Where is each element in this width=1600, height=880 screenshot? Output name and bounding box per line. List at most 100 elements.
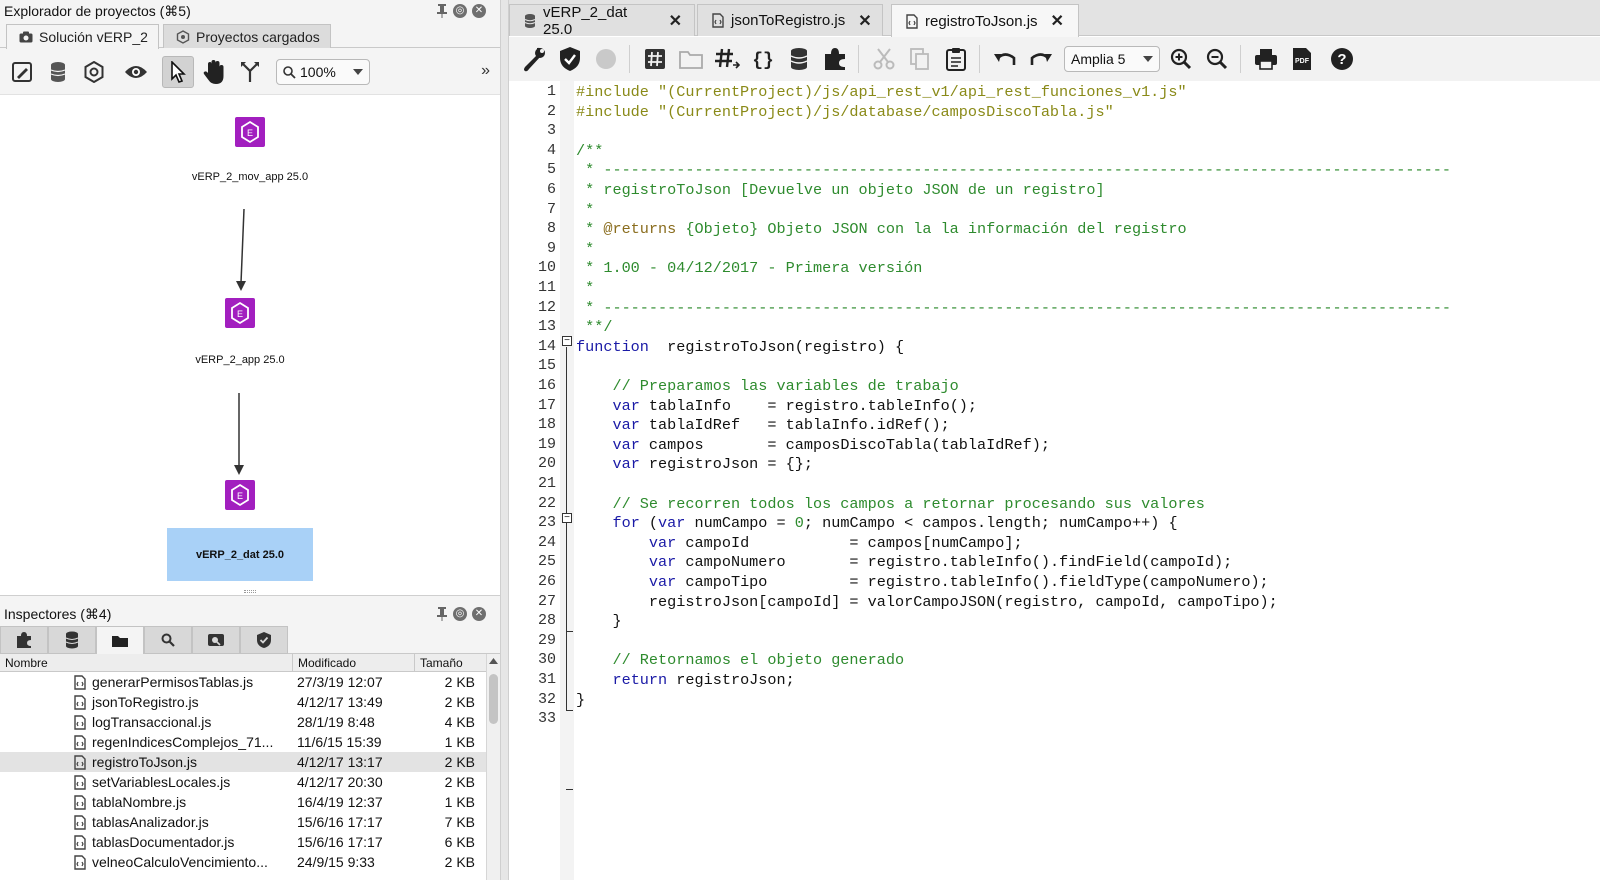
- code-line[interactable]: #include "(CurrentProject)/js/database/c…: [576, 102, 1114, 122]
- plugins-button[interactable]: [820, 44, 850, 74]
- pointer-tool-button[interactable]: [162, 56, 194, 88]
- scroll-up-icon[interactable]: [489, 658, 498, 666]
- pdf-button[interactable]: PDF: [1287, 44, 1317, 74]
- open-folder-button[interactable]: [676, 44, 706, 74]
- code-line[interactable]: /**: [576, 141, 603, 161]
- project-node-label[interactable]: vERP_2_app 25.0: [140, 354, 340, 366]
- tab-components[interactable]: [0, 626, 48, 654]
- file-row[interactable]: generarPermisosTablas.js 27/3/19 12:07 2 K…: [0, 672, 500, 692]
- project-node-icon[interactable]: E: [225, 480, 255, 510]
- database-button[interactable]: [784, 44, 814, 74]
- tools-button[interactable]: [519, 44, 549, 74]
- code-line[interactable]: #include "(CurrentProject)/js/api_rest_v…: [576, 82, 1187, 102]
- restore-panel-icon[interactable]: ◎: [453, 4, 467, 18]
- hash-button[interactable]: [640, 44, 670, 74]
- code-line[interactable]: // Se recorren todos los campos a retorn…: [576, 494, 1204, 514]
- font-select[interactable]: Amplia 5: [1064, 46, 1160, 72]
- file-row[interactable]: tablasAnalizador.js 15/6/16 17:17 7 KB: [0, 812, 500, 832]
- code-line[interactable]: *: [576, 278, 594, 298]
- tab-search[interactable]: [144, 626, 192, 654]
- code-line[interactable]: * --------------------------------------…: [576, 160, 1451, 180]
- file-list-scrollbar[interactable]: [486, 654, 500, 880]
- editor-tab-registrotojson[interactable]: registroToJson.js ✕: [891, 4, 1079, 37]
- code-line[interactable]: var campos = camposDiscoTabla(tablaIdRef…: [576, 435, 1049, 455]
- code-area[interactable]: 1 2 3 4 5 6 7 8 9 10 11 12 13 14 15 16 17 18 19 20 21 22 23 24 2…: [509, 81, 1600, 880]
- close-tab-icon[interactable]: ✕: [858, 11, 871, 31]
- editor-tab-verp-dat[interactable]: vERP_2_dat 25.0 ✕: [509, 4, 695, 38]
- tab-proyectos-cargados[interactable]: Proyectos cargados: [163, 24, 331, 48]
- toolbar-overflow-button[interactable]: »: [481, 62, 490, 80]
- tab-solucion[interactable]: Solución vERP_2: [6, 24, 159, 49]
- database-tool-button[interactable]: [42, 56, 74, 88]
- redo-button[interactable]: [1026, 44, 1056, 74]
- edit-tool-button[interactable]: [6, 56, 38, 88]
- branch-tool-button[interactable]: [234, 56, 266, 88]
- file-row[interactable]: logTransaccional.js 28/1/19 8:48 4 KB: [0, 712, 500, 732]
- help-button[interactable]: ?: [1327, 44, 1357, 74]
- project-node-icon[interactable]: E: [235, 117, 265, 147]
- code-line[interactable]: * registroToJson [Devuelve un objeto JSO…: [576, 180, 1105, 200]
- print-button[interactable]: [1251, 44, 1281, 74]
- hand-tool-button[interactable]: [198, 56, 230, 88]
- code-line[interactable]: var tablaInfo = registro.tableInfo();: [576, 396, 977, 416]
- code-line[interactable]: var campoId = campos[numCampo];: [576, 533, 1023, 553]
- code-line[interactable]: var tablaIdRef = tablaInfo.idRef();: [576, 415, 949, 435]
- scrollbar-thumb[interactable]: [489, 674, 498, 724]
- file-row[interactable]: registroToJson.js 4/12/17 13:17 2 KB: [0, 752, 500, 772]
- paste-button[interactable]: [941, 44, 971, 74]
- code-line[interactable]: * 1.00 - 04/12/2017 - Primera versión: [576, 258, 922, 278]
- code-line[interactable]: var registroJson = {};: [576, 454, 813, 474]
- code-line[interactable]: var campoNumero = registro.tableInfo().f…: [576, 552, 1232, 572]
- file-row[interactable]: tablaNombre.js 16/4/19 12:37 1 KB: [0, 792, 500, 812]
- code-line[interactable]: }: [576, 611, 621, 631]
- braces-button[interactable]: {}: [748, 44, 778, 74]
- view-tool-button[interactable]: [120, 56, 152, 88]
- splitter-handle[interactable]: [500, 0, 509, 880]
- zoom-in-button[interactable]: [1166, 44, 1196, 74]
- tab-database[interactable]: [48, 626, 96, 654]
- code-line[interactable]: * --------------------------------------…: [576, 298, 1451, 318]
- file-row[interactable]: regenIndicesComplejos_71... 11/6/15 15:39…: [0, 732, 500, 752]
- close-panel-icon[interactable]: ✕: [472, 607, 486, 621]
- file-row[interactable]: tablasDocumentador.js 15/6/16 17:17 6 KB: [0, 832, 500, 852]
- undo-button[interactable]: [990, 44, 1020, 74]
- file-row[interactable]: velneoCalculoVencimiento... 24/9/15 9:33 2…: [0, 852, 500, 872]
- code-line[interactable]: for (var numCampo = 0; numCampo < campos…: [576, 513, 1177, 533]
- pin-icon[interactable]: [436, 607, 448, 621]
- editor-tab-jsontoregistro[interactable]: jsonToRegistro.js ✕: [697, 4, 883, 36]
- code-line[interactable]: // Retornamos el objeto generado: [576, 650, 904, 670]
- fold-toggle-icon[interactable]: −: [562, 513, 572, 523]
- project-node-icon[interactable]: E: [225, 298, 255, 328]
- code-line[interactable]: registroJson[campoId] = valorCampoJSON(r…: [576, 592, 1278, 612]
- code-line[interactable]: }: [576, 690, 585, 710]
- column-header-size[interactable]: Tamaño: [415, 654, 486, 671]
- zoom-select[interactable]: 100%: [276, 59, 370, 85]
- resize-grip[interactable]: [244, 590, 256, 593]
- fold-toggle-icon[interactable]: −: [562, 336, 572, 346]
- code-line[interactable]: var campoTipo = registro.tableInfo().fie…: [576, 572, 1269, 592]
- preprocessor-button[interactable]: [712, 44, 742, 74]
- project-node-label[interactable]: vERP_2_mov_app 25.0: [150, 171, 350, 183]
- tab-files[interactable]: [96, 626, 144, 655]
- column-header-modified[interactable]: Modificado: [293, 654, 415, 671]
- tab-find[interactable]: [192, 626, 240, 654]
- code-line[interactable]: function registroToJson(registro) {: [576, 337, 904, 357]
- tab-security[interactable]: [240, 626, 288, 654]
- close-panel-icon[interactable]: ✕: [472, 4, 486, 18]
- code-line[interactable]: * @returns {Objeto} Objeto JSON con la l…: [576, 219, 1187, 239]
- zoom-out-button[interactable]: [1202, 44, 1232, 74]
- pin-icon[interactable]: [436, 4, 448, 18]
- cut-button[interactable]: [869, 44, 899, 74]
- code-line[interactable]: return registroJson;: [576, 670, 794, 690]
- code-line[interactable]: *: [576, 239, 594, 259]
- copy-button[interactable]: [905, 44, 935, 74]
- code-line[interactable]: // Preparamos las variables de trabajo: [576, 376, 958, 396]
- file-row[interactable]: setVariablesLocales.js 4/12/17 20:30 2 KB: [0, 772, 500, 792]
- close-tab-icon[interactable]: ✕: [1051, 11, 1064, 31]
- project-node-label-selected[interactable]: vERP_2_dat 25.0: [167, 528, 313, 581]
- restore-panel-icon[interactable]: ◎: [453, 607, 467, 621]
- file-row[interactable]: jsonToRegistro.js 4/12/17 13:49 2 KB: [0, 692, 500, 712]
- verify-button[interactable]: [555, 44, 585, 74]
- hexagon-settings-button[interactable]: [78, 56, 110, 88]
- column-header-name[interactable]: Nombre: [0, 654, 293, 671]
